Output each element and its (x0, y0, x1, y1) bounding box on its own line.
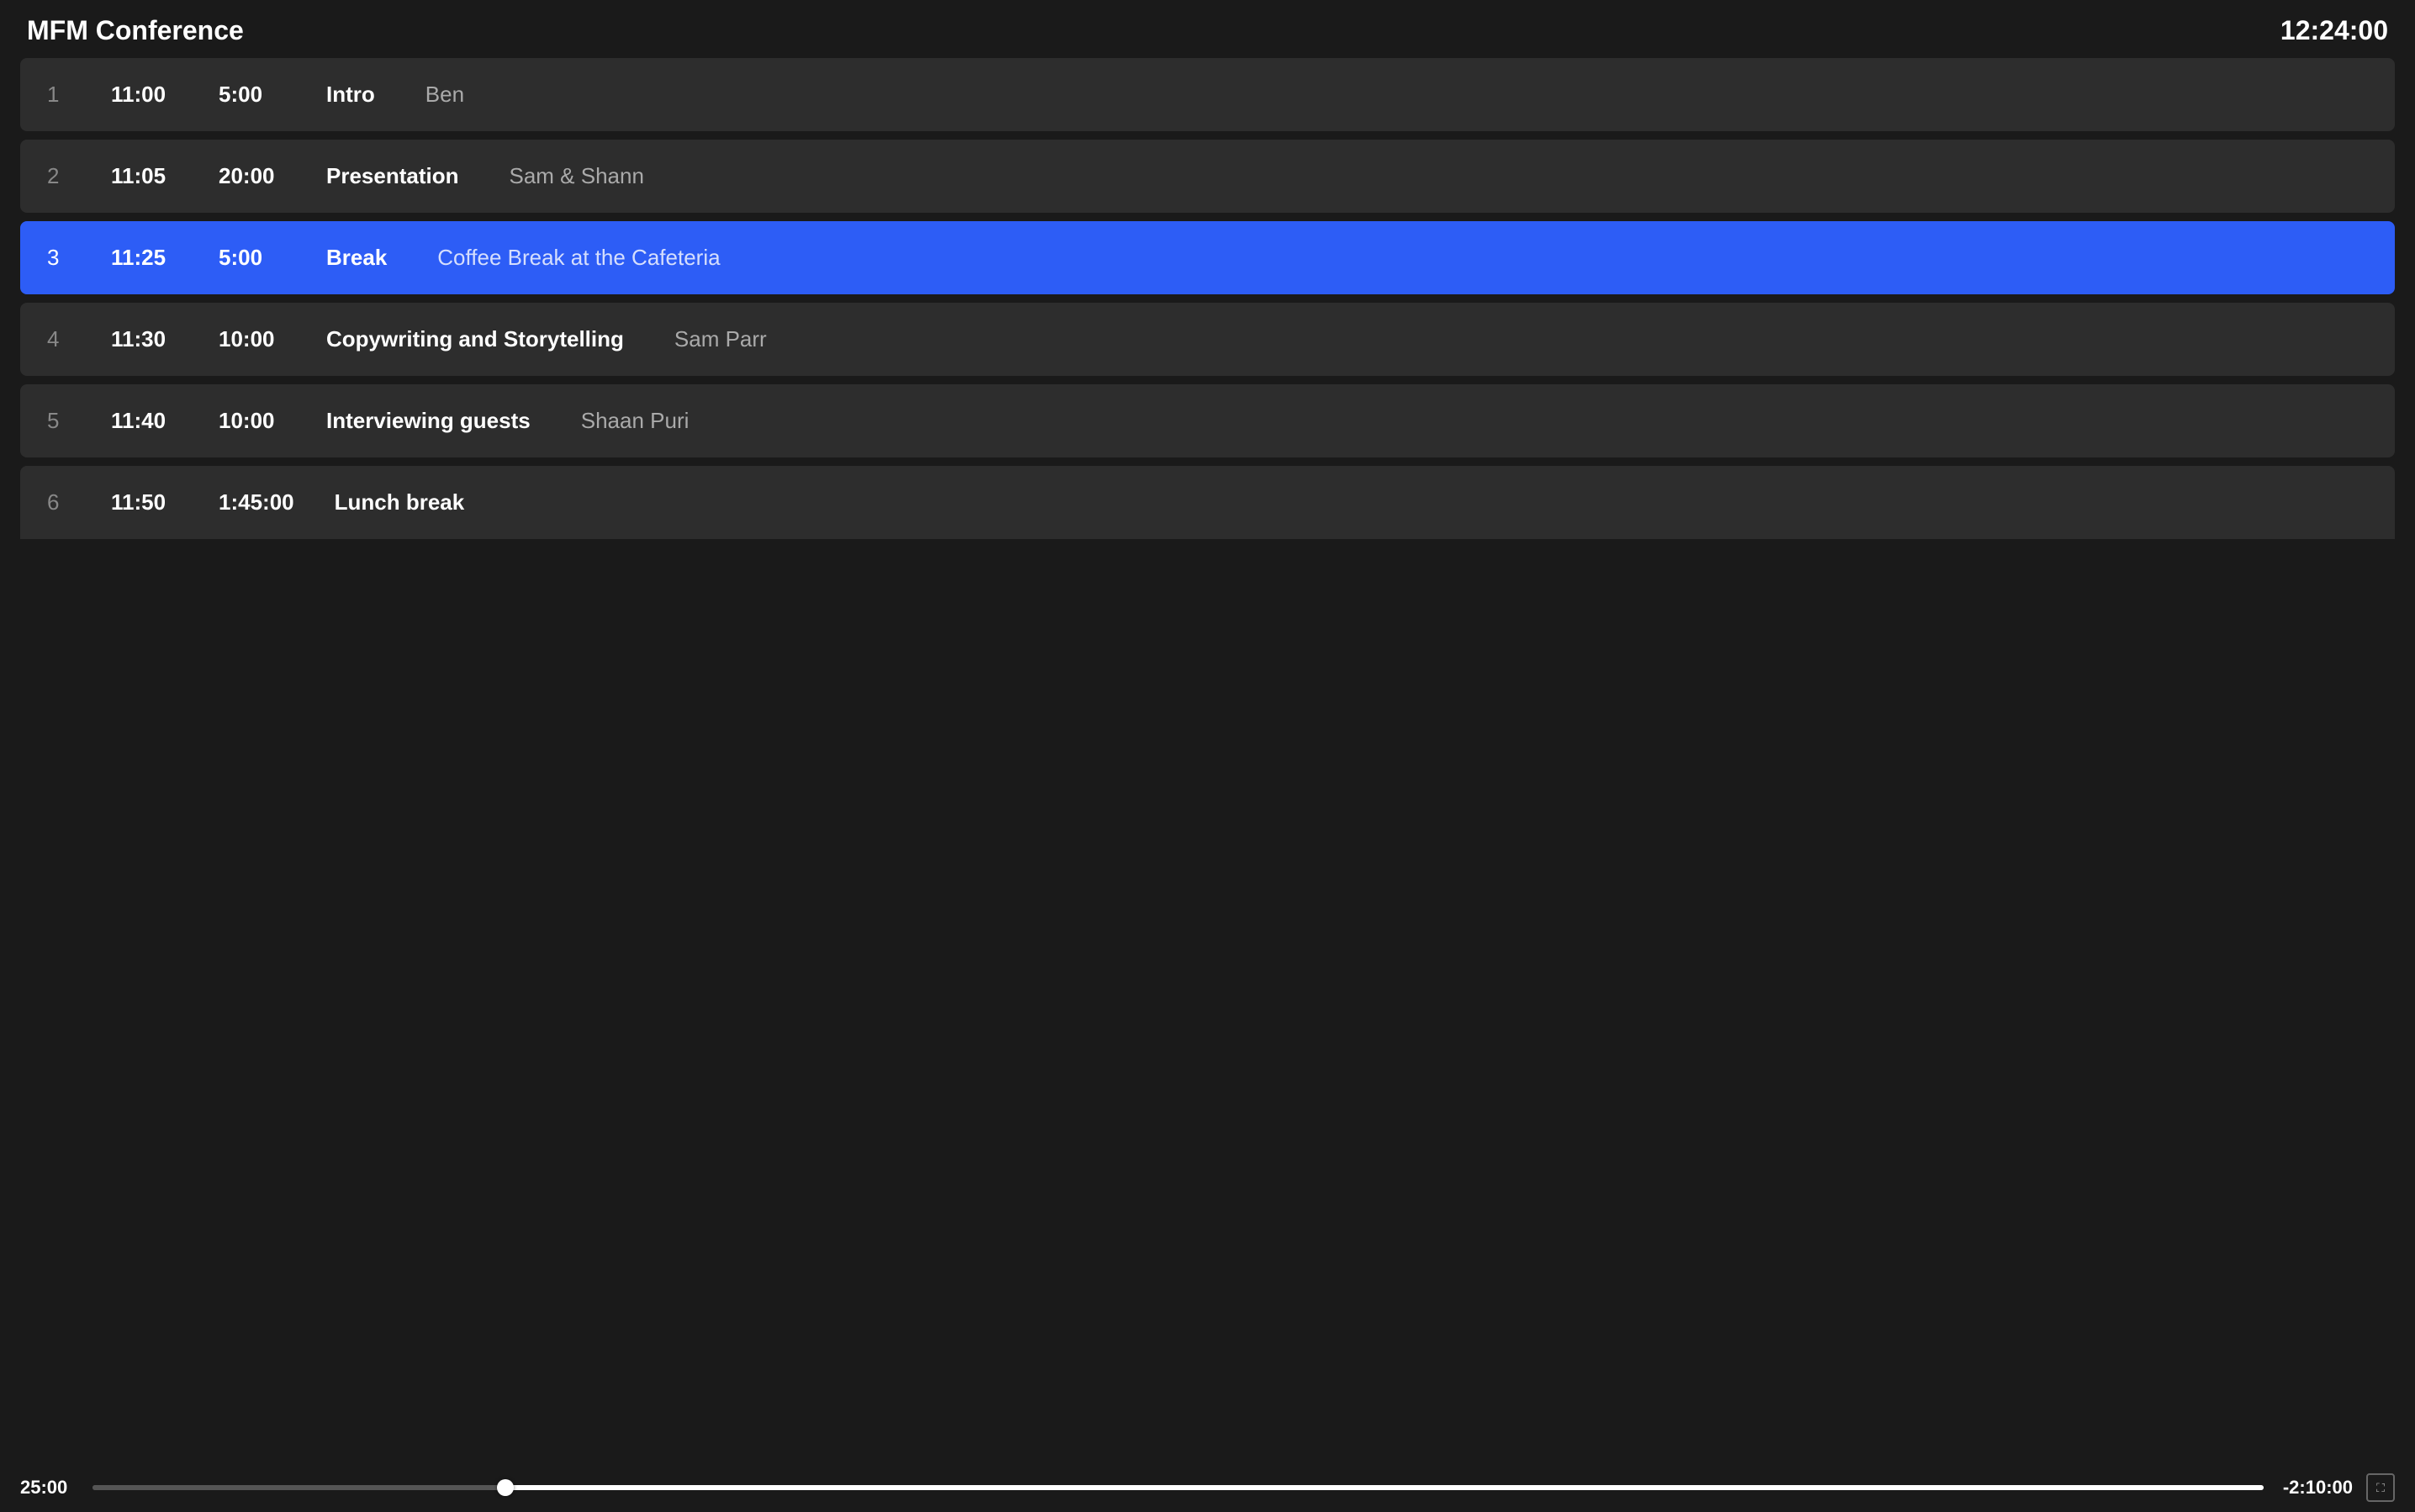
item-title: Break (326, 245, 387, 271)
item-duration: 1:45:00 (219, 489, 294, 515)
item-number: 3 (47, 245, 71, 271)
item-duration: 10:00 (219, 408, 286, 434)
clock: 12:24:00 (2280, 15, 2388, 46)
item-subtitle: Sam Parr (674, 326, 767, 352)
item-title: Intro (326, 82, 375, 108)
progress-track[interactable] (92, 1485, 2264, 1490)
item-number: 4 (47, 326, 71, 352)
item-duration: 5:00 (219, 82, 286, 108)
item-number: 6 (47, 489, 71, 515)
fullscreen-button[interactable]: ⛶ (2366, 1473, 2395, 1502)
item-time: 11:30 (111, 326, 178, 352)
item-time: 11:05 (111, 163, 178, 189)
item-title: Interviewing guests (326, 408, 531, 434)
item-title: Presentation (326, 163, 459, 189)
item-number: 2 (47, 163, 71, 189)
item-subtitle: Sam & Shann (510, 163, 644, 189)
time-remaining: -2:10:00 (2277, 1477, 2353, 1499)
time-elapsed: 25:00 (20, 1477, 79, 1499)
progress-thumb[interactable] (497, 1479, 514, 1496)
app-title: MFM Conference (27, 15, 244, 46)
item-duration: 20:00 (219, 163, 286, 189)
schedule-item-1[interactable]: 1 11:00 5:00 Intro Ben (20, 58, 2395, 131)
item-time: 11:00 (111, 82, 178, 108)
item-number: 1 (47, 82, 71, 108)
schedule-item-3[interactable]: 3 11:25 5:00 Break Coffee Break at the C… (20, 221, 2395, 294)
item-duration: 5:00 (219, 245, 286, 271)
item-title: Lunch break (335, 489, 465, 515)
item-subtitle: Shaan Puri (581, 408, 690, 434)
header: MFM Conference 12:24:00 (0, 0, 2415, 58)
schedule-item-4[interactable]: 4 11:30 10:00 Copywriting and Storytelli… (20, 303, 2395, 376)
schedule-list: 1 11:00 5:00 Intro Ben 2 11:05 20:00 Pre… (0, 58, 2415, 1463)
item-time: 11:25 (111, 245, 178, 271)
item-number: 5 (47, 408, 71, 434)
item-time: 11:50 (111, 489, 178, 515)
item-time: 11:40 (111, 408, 178, 434)
item-duration: 10:00 (219, 326, 286, 352)
schedule-item-6[interactable]: 6 11:50 1:45:00 Lunch break (20, 466, 2395, 539)
schedule-item-2[interactable]: 2 11:05 20:00 Presentation Sam & Shann (20, 140, 2395, 213)
fullscreen-icon: ⛶ (2376, 1481, 2385, 1495)
item-subtitle: Coffee Break at the Cafeteria (437, 245, 720, 271)
schedule-item-5[interactable]: 5 11:40 10:00 Interviewing guests Shaan … (20, 384, 2395, 457)
item-subtitle: Ben (425, 82, 464, 108)
item-title: Copywriting and Storytelling (326, 326, 624, 352)
bottom-bar: 25:00 -2:10:00 ⛶ (0, 1463, 2415, 1512)
